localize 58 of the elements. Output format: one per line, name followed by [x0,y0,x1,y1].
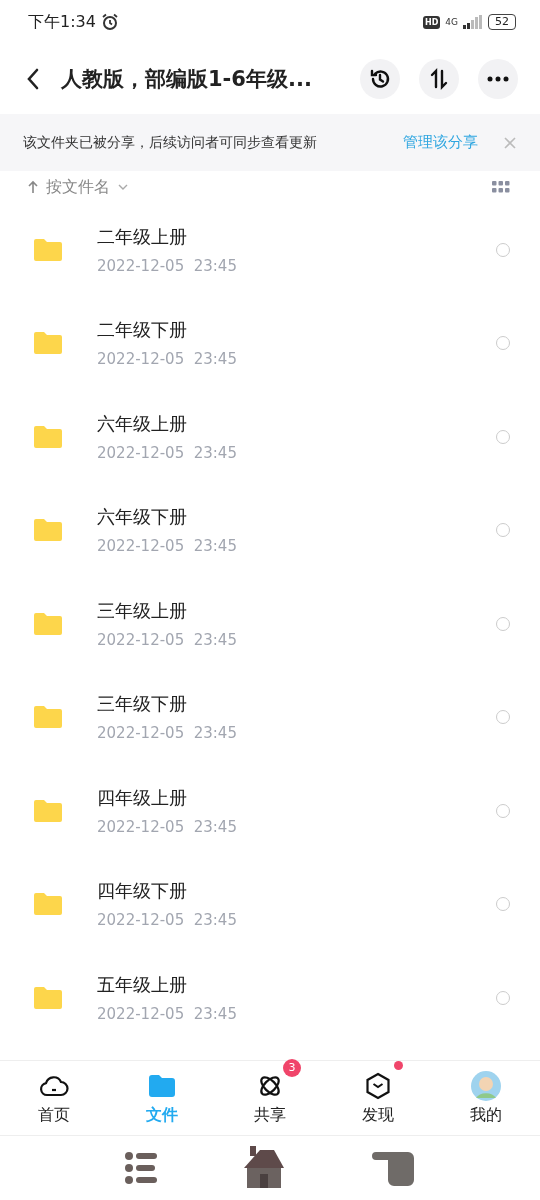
network-type: 4G [445,17,458,27]
modified-date: 2022-12-05 23:45 [97,911,238,930]
menu-icon[interactable] [124,1150,158,1186]
folder-name[interactable]: 三年级上册 [97,598,496,623]
folder-icon [32,797,64,824]
share-message: 该文件夹已被分享，后续访问者可同步查看更新 [23,133,318,152]
folder-name[interactable]: 四年级下册 [97,879,496,904]
battery-indicator: 52 [488,14,516,30]
nav-tab[interactable]: 我的 [432,1061,540,1135]
modified-date: 2022-12-05 23:45 [97,256,238,275]
notification-badge: 3 [283,1058,301,1077]
chevron-down-icon[interactable] [118,184,128,190]
modified-date: 2022-12-05 23:45 [97,443,238,462]
modified-date: 2022-12-05 23:45 [97,1004,238,1023]
folder-name[interactable]: 六年级上册 [97,411,496,436]
folder-icon [32,704,64,731]
folder-icon [32,984,64,1011]
avatar-icon [471,1070,501,1101]
folder-icon [32,517,64,544]
hexagon-clock-icon [365,1071,391,1100]
modified-date: 2022-12-05 23:45 [97,630,238,649]
folder-name[interactable]: 三年级下册 [97,692,496,717]
history-icon [368,67,392,91]
back-icon[interactable] [26,68,40,90]
modified-date: 2022-12-05 23:45 [97,817,238,836]
modified-date: 2022-12-05 23:45 [97,350,238,369]
folder-icon [32,610,64,637]
more-button[interactable] [478,59,518,99]
alarm-clock-icon [100,13,119,31]
transfer-button[interactable] [419,59,459,99]
more-icon [487,76,509,82]
modified-date: 2022-12-05 23:45 [97,537,238,556]
folder-icon [32,423,64,450]
folder-name[interactable]: 四年级上册 [97,785,496,810]
folder-name[interactable]: 六年级下册 [97,505,496,530]
close-icon[interactable] [504,136,516,149]
cloud-icon [39,1073,69,1098]
house-icon[interactable] [242,1146,286,1190]
folder-icon [32,891,64,918]
nav-tab[interactable]: 3 共享 [216,1061,324,1135]
history-button[interactable] [360,59,400,99]
sort-dropdown[interactable]: 按文件名 [46,176,110,198]
folder-name[interactable]: 二年级上册 [97,224,496,249]
folder-title: 人教版，部编版1-6年级... [61,66,313,93]
grid-view-icon[interactable] [492,181,510,193]
folder-icon [148,1073,176,1098]
nav-tab[interactable]: 发现 [324,1061,432,1135]
folder-name[interactable]: 五年级上册 [97,972,496,997]
folder-icon [32,330,64,357]
folder-name[interactable]: 二年级下册 [97,318,496,343]
up-arrow-icon [28,180,38,194]
signal-icon [463,15,483,29]
up-down-arrows-icon [428,68,450,90]
hd-icon: HD [422,15,441,29]
status-time: 下午1:34 [28,11,96,33]
folder-icon [32,236,64,263]
nav-tab[interactable]: 首页 [0,1061,108,1135]
modified-date: 2022-12-05 23:45 [97,724,238,743]
